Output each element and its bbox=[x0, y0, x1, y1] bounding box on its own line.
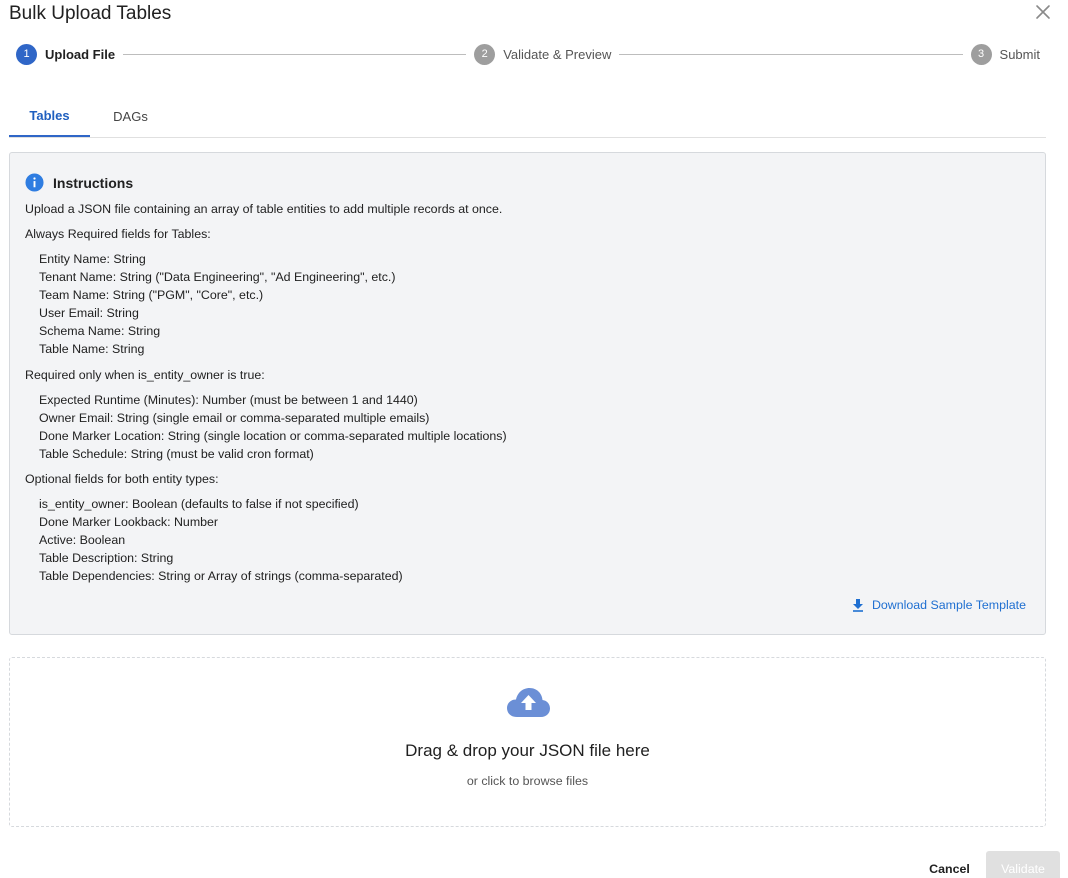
optional-fields-heading: Optional fields for both entity types: bbox=[25, 472, 219, 486]
field-item: Team Name: String ("PGM", "Core", etc.) bbox=[39, 288, 264, 302]
instructions-intro: Upload a JSON file containing an array o… bbox=[25, 202, 503, 216]
info-icon bbox=[25, 173, 44, 192]
step-number: 1 bbox=[16, 43, 37, 65]
step-validate-preview: 2 Validate & Preview bbox=[474, 43, 612, 65]
field-item: Table Name: String bbox=[39, 342, 145, 356]
tab-dags[interactable]: DAGs bbox=[90, 96, 171, 137]
field-item: Entity Name: String bbox=[39, 252, 146, 266]
dialog-title: Bulk Upload Tables bbox=[9, 3, 172, 24]
step-label: Upload File bbox=[45, 46, 116, 62]
field-item: Owner Email: String (single email or com… bbox=[39, 411, 430, 425]
field-item: Expected Runtime (Minutes): Number (must… bbox=[39, 393, 418, 407]
step-upload-file: 1 Upload File bbox=[16, 43, 116, 65]
download-template-link[interactable]: Download Sample Template bbox=[852, 598, 1026, 612]
tab-tables[interactable]: Tables bbox=[9, 96, 90, 137]
field-item: is_entity_owner: Boolean (defaults to fa… bbox=[39, 497, 359, 511]
step-connector bbox=[619, 53, 963, 55]
close-icon[interactable] bbox=[1033, 2, 1053, 22]
step-label: Validate & Preview bbox=[503, 46, 612, 62]
field-item: Done Marker Lookback: Number bbox=[39, 515, 219, 529]
step-number: 2 bbox=[474, 43, 496, 65]
instructions-panel: Instructions Upload a JSON file containi… bbox=[9, 152, 1046, 635]
owner-fields-heading: Required only when is_entity_owner is tr… bbox=[25, 368, 265, 382]
step-label: Submit bbox=[999, 46, 1040, 62]
step-number: 3 bbox=[970, 43, 992, 65]
stepper: 1 Upload File 2 Validate & Preview 3 Sub… bbox=[16, 43, 1040, 65]
step-submit: 3 Submit bbox=[970, 43, 1040, 65]
cloud-upload-icon bbox=[507, 688, 550, 717]
validate-button[interactable]: Validate bbox=[986, 851, 1060, 878]
step-connector bbox=[123, 53, 467, 55]
field-item: Tenant Name: String ("Data Engineering",… bbox=[39, 270, 396, 284]
instructions-title: Instructions bbox=[53, 174, 134, 191]
field-item: Done Marker Location: String (single loc… bbox=[39, 429, 507, 443]
dropzone-subtitle: or click to browse files bbox=[466, 774, 589, 788]
cancel-button[interactable]: Cancel bbox=[922, 852, 977, 878]
download-icon bbox=[852, 598, 863, 612]
field-item: Table Description: String bbox=[39, 551, 174, 565]
field-item: Schema Name: String bbox=[39, 324, 161, 338]
download-template-label: Download Sample Template bbox=[871, 598, 1026, 612]
field-item: User Email: String bbox=[39, 306, 139, 320]
field-item: Table Dependencies: String or Array of s… bbox=[39, 569, 403, 583]
required-fields-heading: Always Required fields for Tables: bbox=[25, 227, 211, 241]
dropzone-title: Drag & drop your JSON file here bbox=[405, 741, 650, 760]
instructions-header: Instructions bbox=[25, 173, 133, 192]
tab-bar: Tables DAGs bbox=[9, 96, 1046, 138]
field-item: Active: Boolean bbox=[39, 533, 126, 547]
file-dropzone[interactable]: Drag & drop your JSON file here or click… bbox=[9, 657, 1046, 827]
field-item: Table Schedule: String (must be valid cr… bbox=[39, 447, 314, 461]
